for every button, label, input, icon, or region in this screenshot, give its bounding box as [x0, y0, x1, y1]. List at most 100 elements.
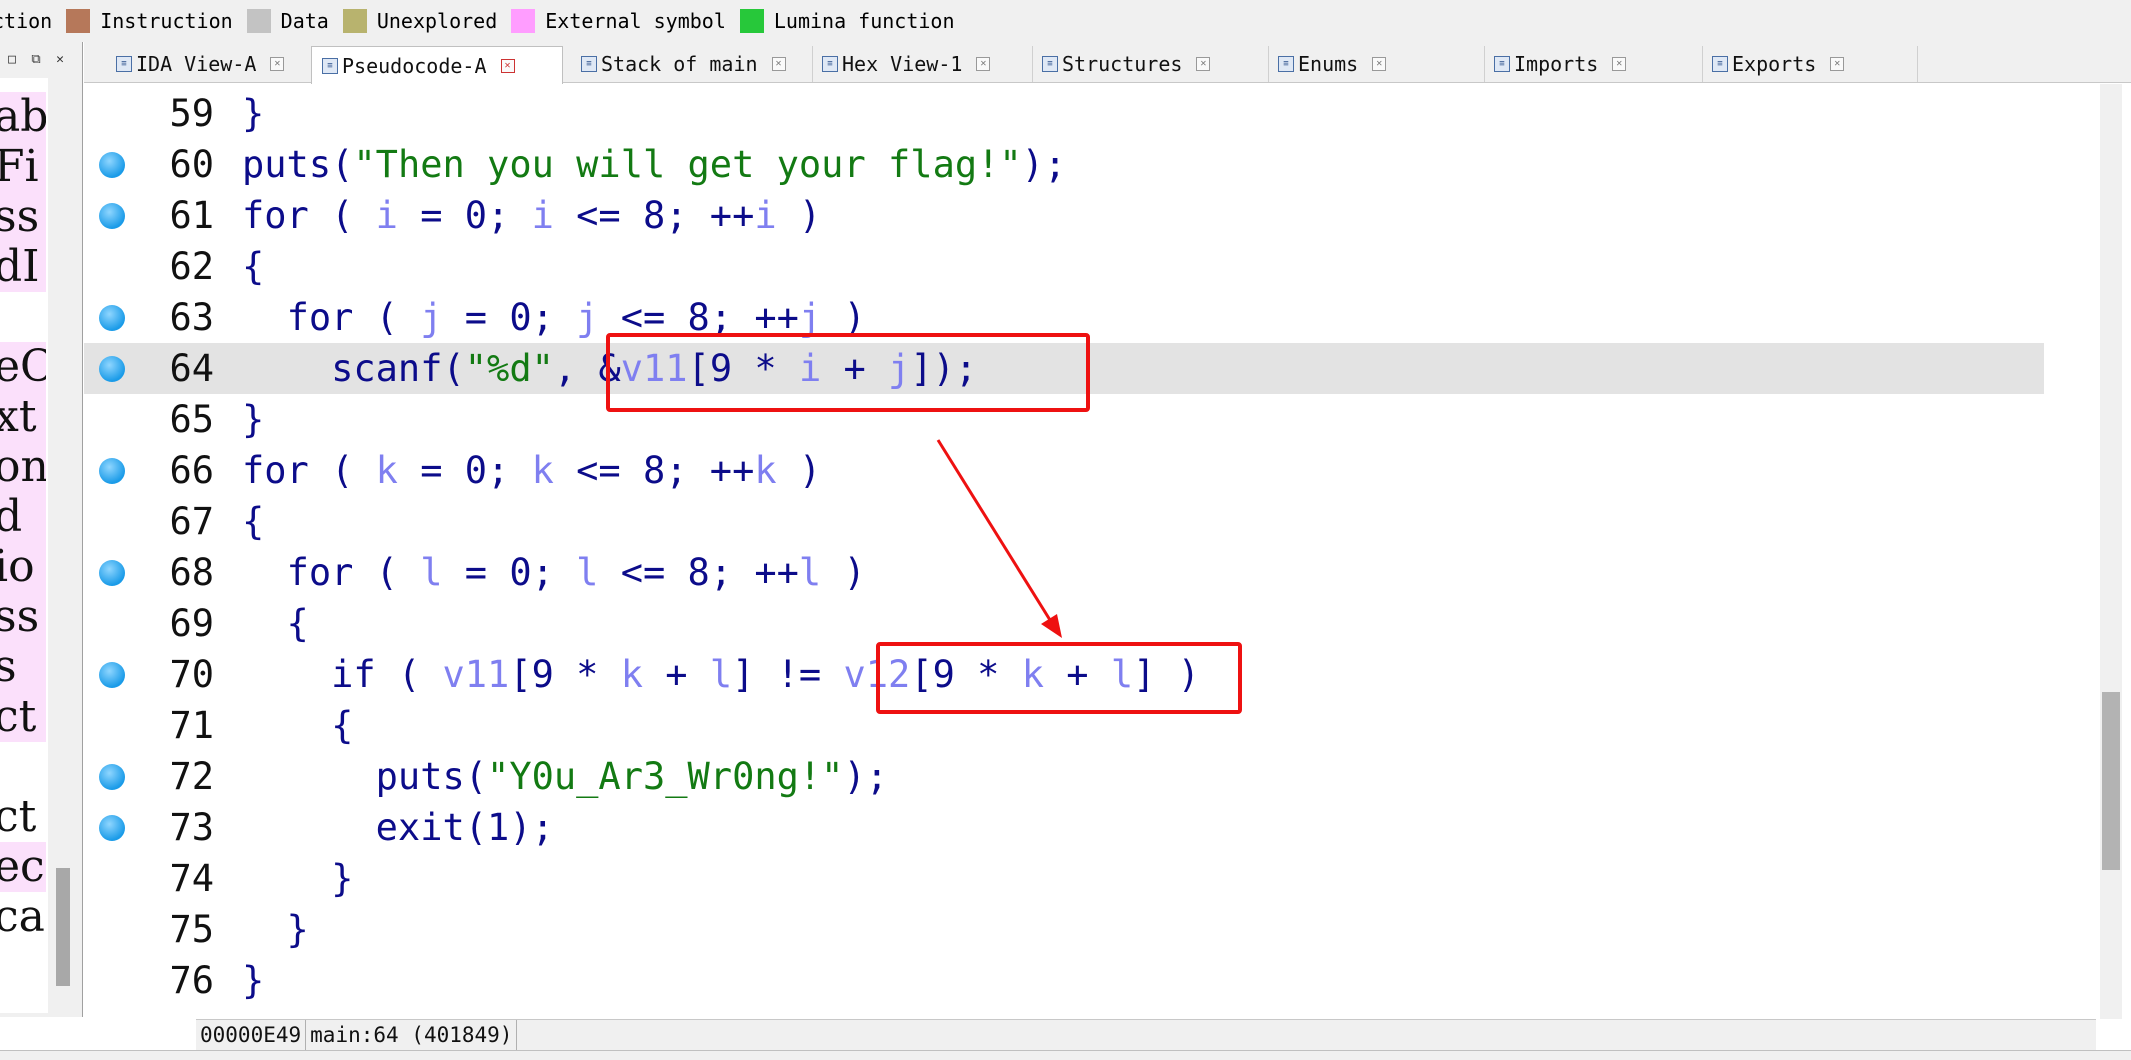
code-text[interactable]: }	[242, 88, 264, 139]
code-text[interactable]: }	[242, 853, 353, 904]
code-text[interactable]: }	[242, 904, 309, 955]
code-text[interactable]: for ( l = 0; l <= 8; ++l )	[242, 547, 866, 598]
tab-close-icon[interactable]: ✕	[976, 57, 991, 71]
functions-scrollbar-thumb[interactable]	[56, 868, 70, 986]
breakpoint-dot-icon[interactable]	[99, 764, 125, 790]
function-list-item[interactable]: eC	[0, 342, 46, 392]
code-line[interactable]: 70 if ( v11[9 * k + l] != v12[9 * k + l]…	[84, 649, 2044, 700]
close-icon[interactable]: ✕	[50, 52, 70, 67]
tab-ida-view-a[interactable]: ≡ IDA View-A ✕	[106, 46, 312, 82]
code-text[interactable]: {	[242, 598, 309, 649]
code-text[interactable]: scanf("%d", &v11[9 * i + j]);	[242, 343, 977, 394]
function-list-item[interactable]: s	[0, 642, 46, 692]
code-text[interactable]: {	[242, 700, 353, 751]
legend-swatch	[511, 9, 536, 33]
function-list-item[interactable]: ca	[0, 892, 46, 942]
structures-icon: ≡	[1042, 56, 1058, 72]
breakpoint-dot-icon[interactable]	[99, 662, 125, 688]
code-line[interactable]: 61 for ( i = 0; i <= 8; ++i )	[84, 190, 2044, 241]
code-text[interactable]: for ( k = 0; k <= 8; ++k )	[242, 445, 821, 496]
code-line[interactable]: 67 {	[84, 496, 2044, 547]
functions-list[interactable]: ab Fi ss dI eC xt on d io ss s ct ct ec ca	[0, 78, 48, 1013]
code-line[interactable]: 66 for ( k = 0; k <= 8; ++k )	[84, 445, 2044, 496]
line-number: 61	[169, 194, 214, 237]
tab-close-icon[interactable]: ✕	[500, 58, 515, 73]
code-text[interactable]: exit(1);	[242, 802, 554, 853]
code-text[interactable]: {	[242, 496, 264, 547]
functions-panel: □ ⧉ ✕ ab Fi ss dI eC xt on d io ss s ct ct ec ca	[0, 42, 83, 1017]
function-list-item[interactable]: on	[0, 442, 46, 492]
code-line[interactable]: 63 for ( j = 0; j <= 8; ++j )	[84, 292, 2044, 343]
code-line[interactable]: 69 {	[84, 598, 2044, 649]
stack-icon: ≡	[581, 56, 597, 72]
code-line[interactable]: 73 exit(1);	[84, 802, 2044, 853]
tab-bar: ≡ IDA View-A ✕ ≡ Pseudocode-A ✕ ≡ Stack of main…	[84, 42, 2131, 84]
tab-close-icon[interactable]: ✕	[1372, 57, 1387, 71]
imports-icon: ≡	[1494, 56, 1510, 72]
code-line[interactable]: 62 {	[84, 241, 2044, 292]
tab-close-icon[interactable]: ✕	[1830, 57, 1845, 71]
breakpoint-dot-icon[interactable]	[99, 305, 125, 331]
breakpoint-dot-icon[interactable]	[99, 560, 125, 586]
breakpoint-dot-icon[interactable]	[99, 203, 125, 229]
legend-swatch	[246, 9, 271, 33]
code-line[interactable]: 68 for ( l = 0; l <= 8; ++l )	[84, 547, 2044, 598]
code-text[interactable]: }	[242, 955, 264, 1006]
status-location: main:64 (401849)	[306, 1020, 518, 1050]
code-line[interactable]: 64 scanf("%d", &v11[9 * i + j]);	[84, 343, 2044, 394]
tab-stack-of-main[interactable]: ≡ Stack of main ✕	[571, 46, 813, 82]
tab-close-icon[interactable]: ✕	[771, 57, 786, 71]
function-list-item[interactable]: d	[0, 492, 46, 542]
code-text[interactable]: if ( v11[9 * k + l] != v12[9 * k + l] )	[242, 649, 1200, 700]
tab-exports[interactable]: ≡ Exports ✕	[1702, 46, 1918, 82]
code-line[interactable]: 65}	[84, 394, 2044, 445]
functions-scrollbar[interactable]	[54, 78, 72, 1013]
tab-close-icon[interactable]: ✕	[1196, 57, 1211, 71]
tab-pseudocode-a[interactable]: ≡ Pseudocode-A ✕	[311, 46, 563, 84]
code-line[interactable]: 71 {	[84, 700, 2044, 751]
code-line[interactable]: 76}	[84, 955, 2044, 1006]
breakpoint-dot-icon[interactable]	[99, 356, 125, 382]
code-scrollbar-thumb[interactable]	[2102, 692, 2120, 870]
tab-close-icon[interactable]: ✕	[270, 57, 285, 71]
function-list-item[interactable]: io	[0, 542, 46, 592]
minimize-icon[interactable]: □	[2, 52, 22, 67]
tab-close-icon[interactable]: ✕	[1612, 57, 1627, 71]
code-text[interactable]: for ( j = 0; j <= 8; ++j )	[242, 292, 866, 343]
function-list-item[interactable]: ct	[0, 692, 46, 742]
function-list-item[interactable]: xt	[0, 392, 46, 442]
tab-label: IDA View-A	[136, 52, 257, 76]
line-number: 65	[169, 398, 214, 441]
breakpoint-dot-icon[interactable]	[99, 152, 125, 178]
tab-structures[interactable]: ≡ Structures ✕	[1032, 46, 1269, 82]
code-line[interactable]: 60 puts("Then you will get your flag!");	[84, 139, 2044, 190]
tab-hex-view-1[interactable]: ≡ Hex View-1 ✕	[812, 46, 1033, 82]
code-scrollbar[interactable]	[2100, 84, 2122, 1019]
legend-label: Instruction	[100, 9, 233, 33]
function-list-item[interactable]: ec	[0, 842, 46, 892]
code-text[interactable]: {	[242, 241, 264, 292]
function-list-item[interactable]: dI	[0, 242, 46, 292]
function-list-item[interactable]	[0, 742, 46, 792]
tab-imports[interactable]: ≡ Imports ✕	[1484, 46, 1703, 82]
legend-item: Data	[233, 9, 329, 33]
function-list-item[interactable]: Fi	[0, 142, 46, 192]
tab-enums[interactable]: ≡ Enums ✕	[1268, 46, 1485, 82]
function-list-item[interactable]: ab	[0, 92, 46, 142]
code-text[interactable]: for ( i = 0; i <= 8; ++i )	[242, 190, 821, 241]
function-list-item[interactable]	[0, 292, 46, 342]
function-list-item[interactable]: ss	[0, 192, 46, 242]
code-text[interactable]: }	[242, 394, 264, 445]
code-line[interactable]: 75 }	[84, 904, 2044, 955]
breakpoint-dot-icon[interactable]	[99, 458, 125, 484]
line-number: 76	[169, 959, 214, 1002]
function-list-item[interactable]: ct	[0, 792, 46, 842]
code-line[interactable]: 59}	[84, 88, 2044, 139]
float-icon[interactable]: ⧉	[26, 52, 46, 67]
code-line[interactable]: 74 }	[84, 853, 2044, 904]
breakpoint-dot-icon[interactable]	[99, 815, 125, 841]
code-text[interactable]: puts("Then you will get your flag!");	[242, 139, 1066, 190]
code-text[interactable]: puts("Y0u_Ar3_Wr0ng!");	[242, 751, 888, 802]
code-line[interactable]: 72 puts("Y0u_Ar3_Wr0ng!");	[84, 751, 2044, 802]
function-list-item[interactable]: ss	[0, 592, 46, 642]
